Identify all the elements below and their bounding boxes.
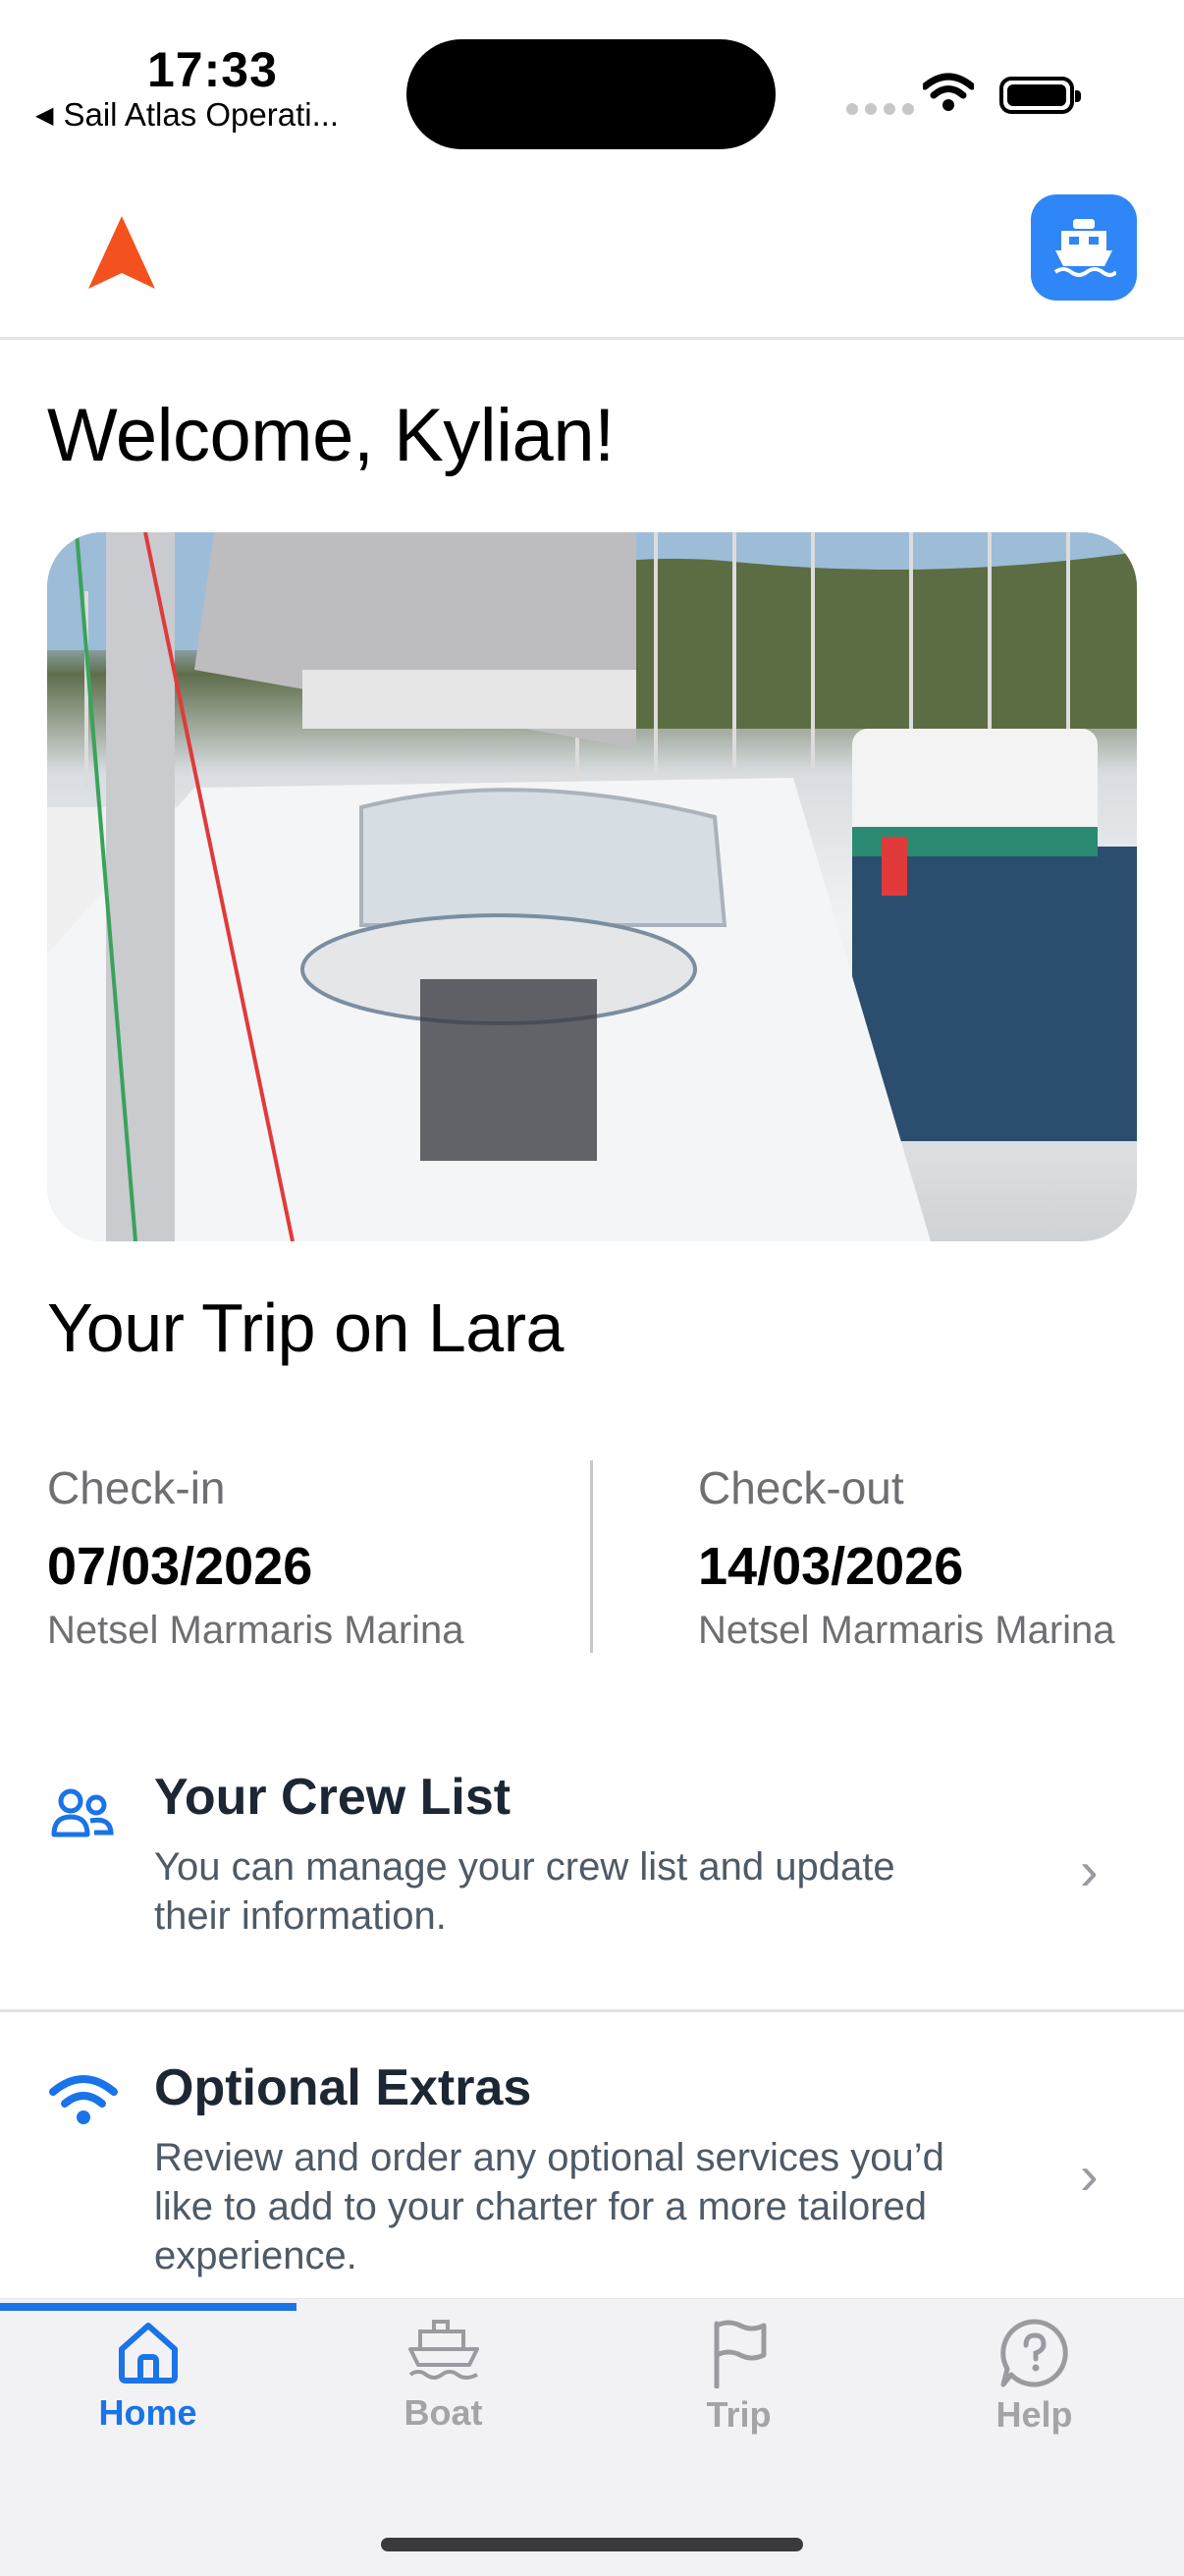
tab-trip-label: Trip bbox=[706, 2394, 772, 2435]
check-in-date: 07/03/2026 bbox=[47, 1537, 313, 1596]
active-tab-indicator bbox=[0, 2303, 296, 2311]
back-to-app-link[interactable]: ◀ Sail Atlas Operati... bbox=[35, 96, 339, 134]
home-icon bbox=[118, 2323, 178, 2384]
battery-icon bbox=[999, 77, 1081, 114]
home-indicator[interactable] bbox=[381, 2538, 803, 2551]
ship-button[interactable] bbox=[1031, 194, 1137, 301]
tab-trip[interactable]: Trip bbox=[591, 2318, 887, 2436]
tab-boat[interactable]: Boat bbox=[296, 2318, 591, 2434]
cellular-signal-icon bbox=[846, 103, 914, 115]
flag-icon bbox=[714, 2320, 766, 2388]
check-out-date: 14/03/2026 bbox=[698, 1537, 964, 1596]
tab-help-label: Help bbox=[996, 2394, 1073, 2435]
trip-dates-divider bbox=[590, 1460, 593, 1653]
header-divider bbox=[0, 337, 1184, 340]
help-icon bbox=[999, 2319, 1068, 2387]
tab-home[interactable]: Home bbox=[0, 2318, 296, 2434]
chevron-right-icon: › bbox=[1080, 2144, 1099, 2206]
boat-hero-image bbox=[47, 532, 1137, 1241]
status-time: 17:33 bbox=[147, 42, 278, 97]
chevron-right-icon: › bbox=[1080, 1839, 1099, 1901]
check-in-place: Netsel Marmaris Marina bbox=[47, 1609, 464, 1652]
crew-list-row[interactable]: Your Crew List You can manage your crew … bbox=[0, 1758, 1184, 1984]
tab-home-label: Home bbox=[98, 2392, 197, 2433]
optional-extras-row[interactable]: Optional Extras Review and order any opt… bbox=[0, 2043, 1184, 2298]
check-out-label: Check-out bbox=[698, 1462, 904, 1513]
wifi-status-icon bbox=[923, 73, 974, 111]
dynamic-island bbox=[406, 39, 776, 149]
tab-boat-label: Boat bbox=[404, 2392, 483, 2433]
back-triangle-icon: ◀ bbox=[35, 101, 54, 129]
optional-extras-desc-line3: experience. bbox=[154, 2234, 357, 2277]
optional-extras-desc-line1: Review and order any optional services y… bbox=[154, 2136, 944, 2179]
crew-list-desc-line2: their information. bbox=[154, 1894, 447, 1938]
welcome-heading: Welcome, Kylian! bbox=[47, 394, 615, 477]
ship-icon bbox=[1053, 219, 1116, 277]
crew-list-title: Your Crew List bbox=[154, 1769, 511, 1826]
wifi-icon bbox=[49, 2075, 118, 2124]
check-out-place: Netsel Marmaris Marina bbox=[698, 1609, 1115, 1652]
back-app-label: Sail Atlas Operati... bbox=[63, 96, 340, 133]
optional-extras-desc-line2: like to add to your charter for a more t… bbox=[154, 2185, 928, 2228]
row-divider bbox=[0, 2009, 1184, 2012]
crew-list-desc-line1: You can manage your crew list and update bbox=[154, 1845, 895, 1889]
boat-icon bbox=[407, 2320, 479, 2380]
optional-extras-title: Optional Extras bbox=[154, 2059, 532, 2116]
crew-icon bbox=[51, 1788, 114, 1837]
check-in-label: Check-in bbox=[47, 1462, 226, 1513]
navigation-arrow-icon bbox=[88, 216, 155, 289]
trip-title: Your Trip on Lara bbox=[47, 1289, 564, 1366]
tab-help[interactable]: Help bbox=[887, 2318, 1182, 2436]
